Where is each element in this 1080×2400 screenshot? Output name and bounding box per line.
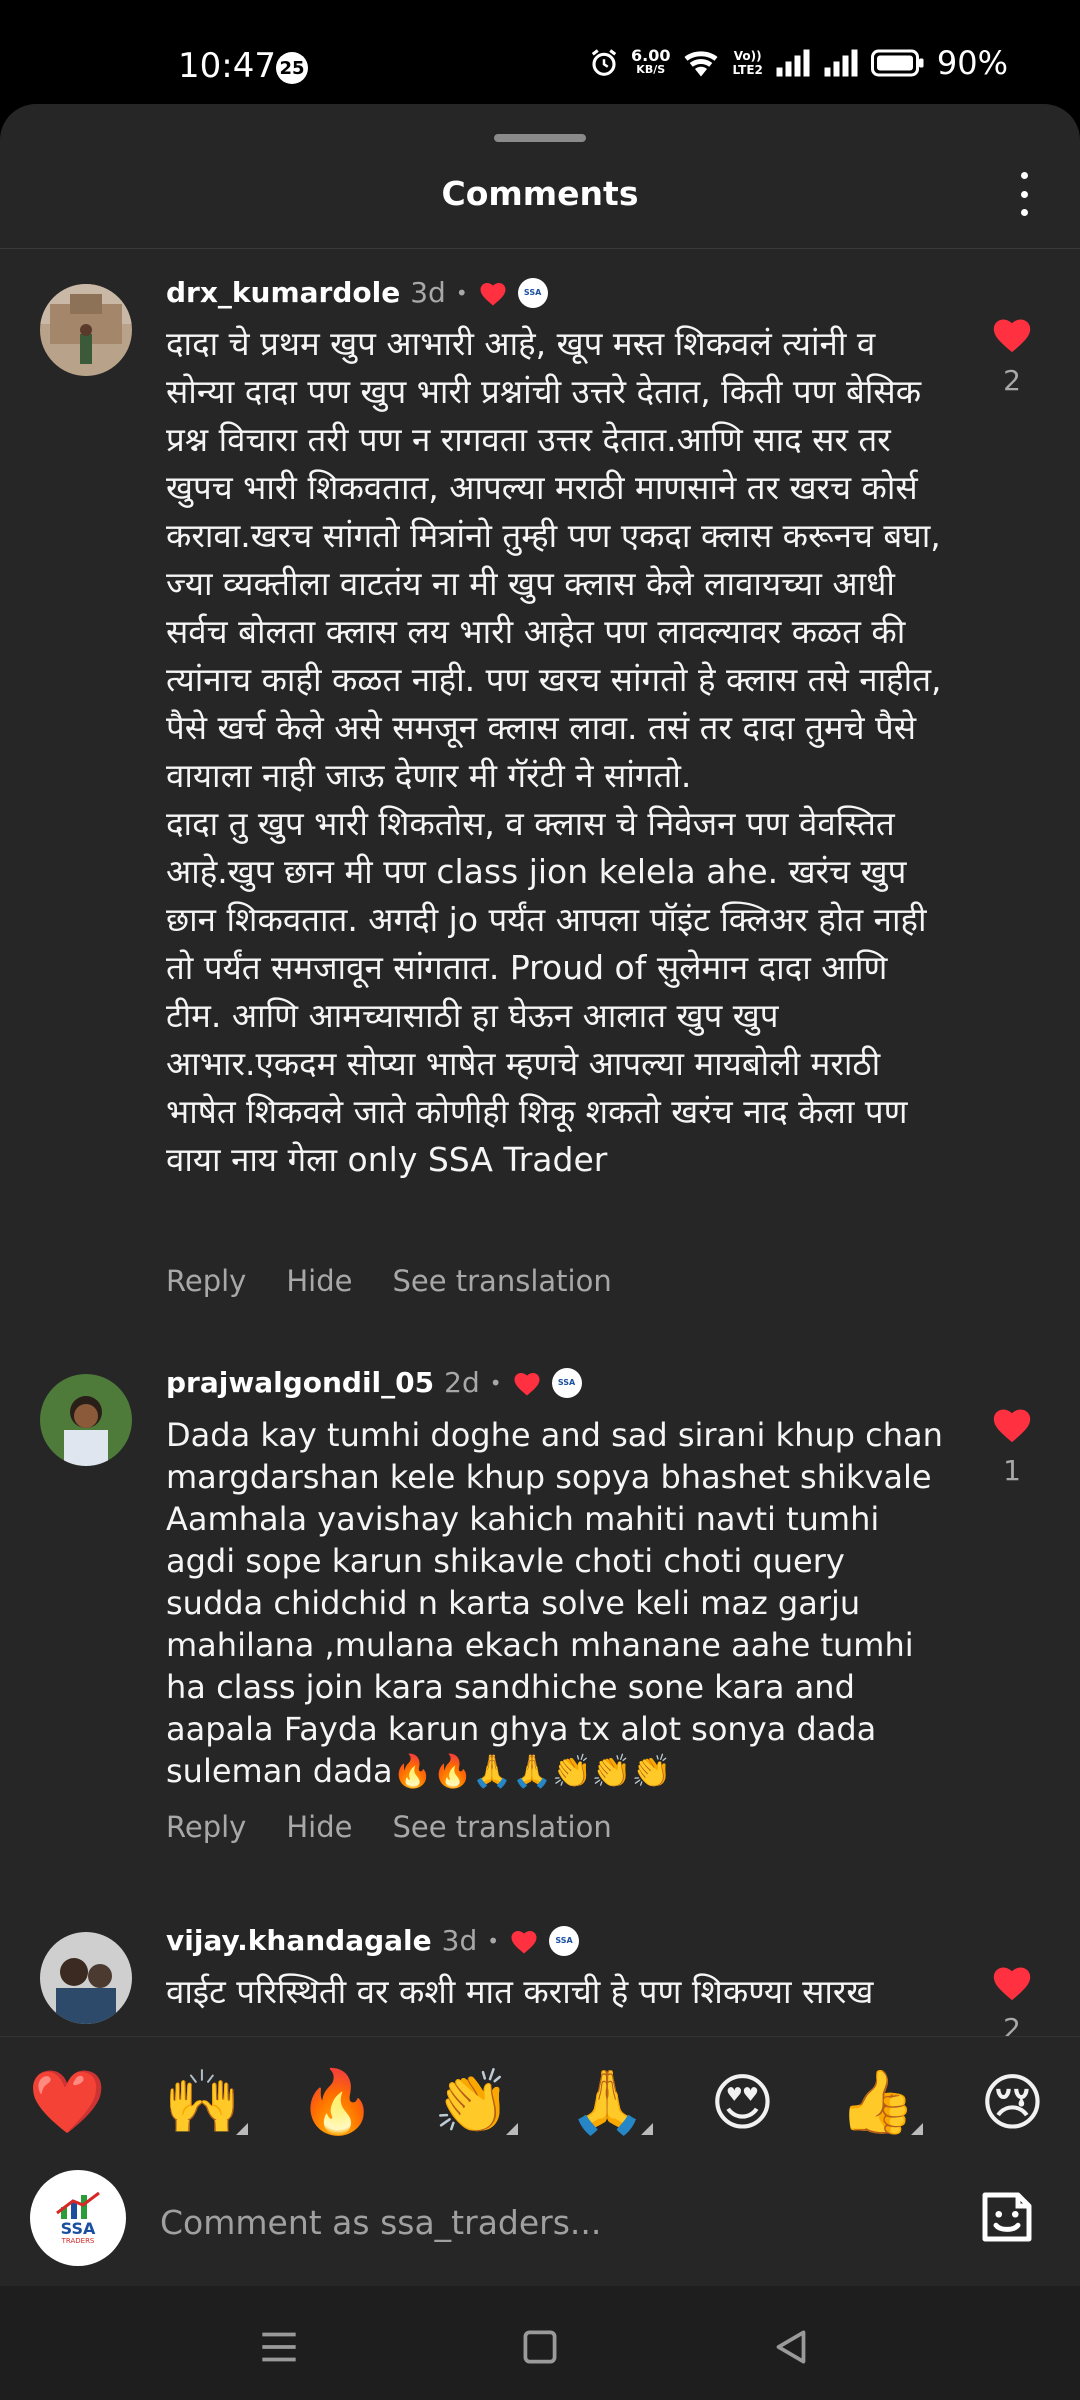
separator-dot: • — [455, 280, 468, 305]
pray-emoji: 🙏 — [568, 2065, 647, 2138]
reaction-heart-button[interactable]: ❤️ — [23, 2065, 113, 2139]
quick-reactions-bar: ❤️ 🙌 🔥 👏 🙏 😍 👍 😢 — [0, 2036, 1080, 2167]
reaction-raised-hands-button[interactable]: 🙌 — [158, 2065, 248, 2139]
comment-text: Dada kay tumhi doghe and sad sirani khup… — [166, 1416, 943, 1790]
comment-username[interactable]: drx_kumardole — [166, 276, 400, 309]
creator-liked-heart-icon — [514, 1372, 540, 1395]
battery-icon — [870, 49, 924, 77]
creator-liked-heart-icon — [480, 282, 506, 305]
status-bar: 10:47 25 6.00 KB/S Vo)) LTE2 90% — [0, 0, 1080, 110]
volte-indicator: Vo)) LTE2 — [732, 49, 762, 77]
creator-avatar-icon: SSA — [517, 277, 548, 308]
volte-label-top: Vo)) — [733, 49, 762, 63]
comments-list[interactable]: drx_kumardole 3d • SSA दादा चे प्रथम खुप… — [0, 250, 1080, 2140]
notification-count-badge: 25 — [276, 52, 308, 84]
ssa-logo-chart-icon — [56, 2191, 100, 2219]
reaction-fire-button[interactable]: 🔥 — [293, 2065, 383, 2139]
header-divider — [0, 248, 1080, 249]
comment-input[interactable] — [158, 2194, 882, 2250]
reaction-heart-eyes-button[interactable]: 😍 — [698, 2066, 788, 2139]
more-options-button[interactable] — [1018, 172, 1030, 216]
like-control: 1 — [982, 1404, 1042, 1487]
wifi-icon — [684, 51, 718, 77]
skin-tone-indicator-icon — [910, 2123, 923, 2135]
like-control: 2 — [982, 1962, 1042, 2045]
kebab-dot-icon — [1020, 209, 1028, 216]
thumbs-up-emoji: 👍 — [838, 2065, 917, 2138]
status-time: 10:47 — [178, 46, 276, 86]
raised-hands-emoji: 🙌 — [163, 2065, 242, 2138]
reaction-clap-button[interactable]: 👏 — [428, 2065, 518, 2139]
creator-avatar-icon: SSA — [551, 1367, 582, 1398]
clap-emoji: 👏 — [433, 2065, 512, 2138]
kebab-dot-icon — [1020, 190, 1028, 198]
alarm-icon — [591, 49, 617, 76]
user-avatar: SSA TRADERS — [30, 2170, 126, 2266]
reaction-crying-button[interactable]: 😢 — [968, 2066, 1058, 2139]
signal-icon-1 — [776, 49, 810, 77]
comment-text: वाईट परिस्थिती वर कशी मात कराची हे पण शि… — [166, 1972, 874, 2011]
status-icons: 6.00 KB/S Vo)) LTE2 90% — [589, 44, 1008, 82]
separator-dot: • — [489, 1370, 502, 1395]
avatar[interactable] — [40, 1374, 132, 1466]
system-navigation-bar — [0, 2286, 1080, 2400]
like-heart-icon[interactable] — [990, 1962, 1034, 2002]
like-control: 2 — [982, 314, 1042, 397]
home-icon[interactable] — [515, 2322, 565, 2372]
reply-button[interactable]: Reply — [166, 1264, 246, 1298]
reaction-pray-button[interactable]: 🙏 — [563, 2065, 653, 2139]
signal-icon-2 — [824, 49, 858, 77]
comment-username[interactable]: vijay.khandagale — [166, 1924, 432, 1957]
skin-tone-indicator-icon — [505, 2123, 518, 2135]
volte-label-bottom: LTE2 — [732, 63, 763, 77]
comment-time: 3d — [441, 1924, 478, 1957]
avatar[interactable] — [40, 284, 132, 376]
skin-tone-indicator-icon — [235, 2123, 248, 2135]
comment-time: 3d — [410, 276, 446, 309]
comment-header: drx_kumardole 3d • SSA — [166, 276, 548, 309]
like-count[interactable]: 2 — [1003, 364, 1021, 397]
kebab-dot-icon — [1020, 172, 1028, 179]
avatar-brand: SSA — [60, 2219, 96, 2238]
avatar[interactable] — [40, 1932, 132, 2024]
see-translation-button[interactable]: See translation — [392, 1264, 611, 1298]
network-speed: 6.00 KB/S — [630, 46, 671, 77]
network-speed-value: 6.00 — [630, 46, 671, 65]
battery-percent: 90% — [936, 44, 1008, 82]
comments-sheet: Comments drx_kumardole 3d • SSA दादा चे … — [0, 104, 1080, 2286]
comment-header: vijay.khandagale 3d • SSA — [166, 1924, 580, 1957]
back-icon[interactable] — [766, 2322, 816, 2372]
comment-actions: Reply Hide See translation — [166, 1810, 612, 1844]
hide-button[interactable]: Hide — [286, 1264, 352, 1298]
reply-button[interactable]: Reply — [166, 1810, 246, 1844]
creator-liked-heart-icon — [511, 1930, 537, 1953]
separator-dot: • — [487, 1928, 500, 1953]
like-heart-icon[interactable] — [990, 1404, 1034, 1444]
recent-apps-icon[interactable] — [254, 2322, 304, 2372]
drag-handle[interactable] — [494, 134, 586, 142]
reaction-thumbs-up-button[interactable]: 👍 — [833, 2065, 923, 2139]
like-count[interactable]: 1 — [1003, 1454, 1021, 1487]
skin-tone-indicator-icon — [640, 2123, 653, 2135]
like-heart-icon[interactable] — [990, 314, 1034, 354]
comment-header: prajwalgondil_05 2d • SSA — [166, 1366, 582, 1399]
network-speed-unit: KB/S — [636, 63, 666, 76]
comment-username[interactable]: prajwalgondil_05 — [166, 1366, 434, 1399]
sheet-title: Comments — [441, 174, 639, 213]
creator-avatar-icon: SSA — [549, 1925, 580, 1956]
see-translation-button[interactable]: See translation — [392, 1810, 611, 1844]
comment-composer: SSA TRADERS — [0, 2166, 1080, 2286]
avatar-sub: TRADERS — [61, 2237, 95, 2245]
comment-text: दादा चे प्रथम खुप आभारी आहे, खूप मस्त शि… — [166, 324, 942, 1179]
sticker-icon[interactable] — [974, 2184, 1040, 2250]
comment-actions: Reply Hide See translation — [166, 1264, 612, 1298]
comment-time: 2d — [444, 1366, 480, 1399]
hide-button[interactable]: Hide — [286, 1810, 352, 1844]
